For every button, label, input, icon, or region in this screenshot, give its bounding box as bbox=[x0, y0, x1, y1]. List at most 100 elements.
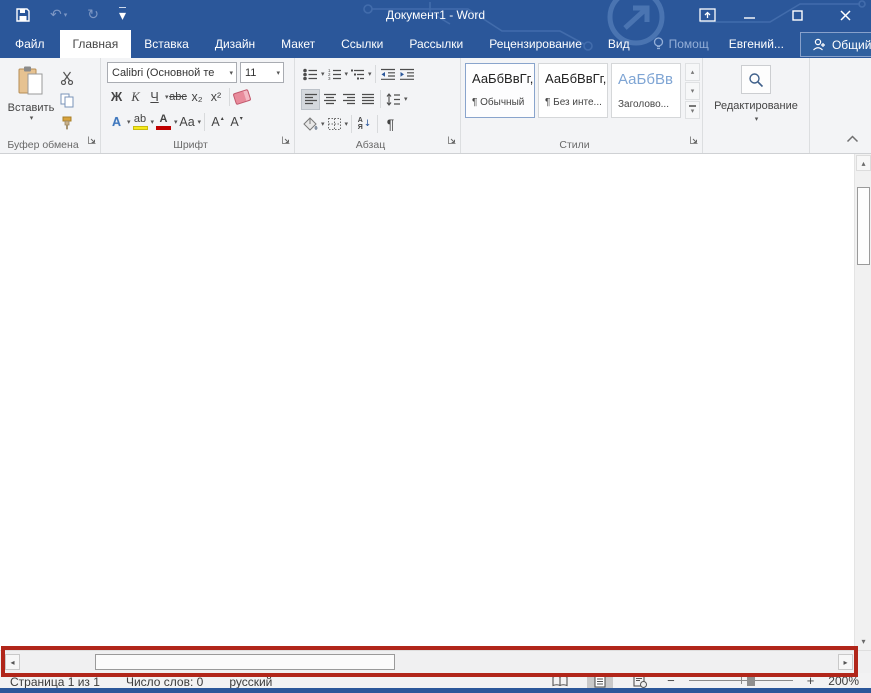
style-heading1[interactable]: АаБбВв Заголово... bbox=[611, 63, 681, 118]
minimize-icon[interactable] bbox=[725, 0, 773, 30]
tell-me-label: Помощ bbox=[669, 37, 709, 51]
web-layout-icon[interactable] bbox=[627, 674, 653, 688]
paragraph-dialog-launcher-icon[interactable] bbox=[447, 132, 457, 150]
tab-home[interactable]: Главная bbox=[60, 30, 132, 58]
zoom-level[interactable]: 200% bbox=[828, 674, 859, 688]
editing-dropdown-icon[interactable]: ▾ bbox=[755, 115, 759, 123]
editing-label: Редактирование bbox=[714, 100, 798, 112]
align-left-button[interactable] bbox=[301, 89, 320, 110]
vertical-scroll-thumb[interactable] bbox=[857, 187, 870, 265]
line-spacing-button[interactable] bbox=[384, 89, 403, 110]
magnifier-icon bbox=[748, 72, 764, 88]
numbering-button[interactable]: 123 bbox=[325, 64, 344, 85]
font-name-combo[interactable]: Calibri (Основной те ▾ bbox=[107, 62, 237, 83]
sort-button[interactable]: АЯ ↓ bbox=[355, 114, 374, 135]
style-preview: АаБбВв bbox=[618, 71, 678, 88]
font-color-button[interactable]: А bbox=[154, 112, 173, 133]
zoom-slider-thumb[interactable] bbox=[747, 676, 755, 686]
document-canvas[interactable] bbox=[0, 154, 854, 650]
styles-scroll-up-icon[interactable]: ▴ bbox=[685, 63, 700, 81]
clear-formatting-button[interactable] bbox=[233, 87, 252, 108]
paste-dropdown-icon[interactable]: ▾ bbox=[30, 114, 34, 122]
bold-button[interactable]: Ж bbox=[107, 87, 126, 108]
styles-dialog-launcher-icon[interactable] bbox=[689, 132, 699, 150]
shrink-font-button[interactable]: А▾ bbox=[227, 112, 246, 133]
scroll-left-icon[interactable]: ◂ bbox=[5, 654, 20, 670]
line-spacing-dropdown-icon[interactable]: ▾ bbox=[404, 95, 408, 103]
styles-scroll-down-icon[interactable]: ▾ bbox=[685, 82, 700, 100]
borders-button[interactable] bbox=[325, 114, 344, 135]
font-dialog-launcher-icon[interactable] bbox=[281, 132, 291, 150]
save-icon[interactable] bbox=[16, 8, 30, 22]
page-indicator[interactable]: Страница 1 из 1 bbox=[10, 675, 100, 688]
decrease-indent-button[interactable] bbox=[379, 64, 398, 85]
customize-qat-icon[interactable]: ▾ bbox=[119, 7, 126, 23]
styles-more-icon[interactable]: ▾ bbox=[685, 101, 700, 119]
style-no-spacing[interactable]: АаБбВвГг, ¶ Без инте... bbox=[538, 63, 608, 118]
grow-font-button[interactable]: А▴ bbox=[208, 112, 227, 133]
scroll-down-icon[interactable]: ▾ bbox=[856, 633, 871, 649]
horizontal-scroll-thumb[interactable] bbox=[95, 654, 395, 670]
word-count[interactable]: Число слов: 0 bbox=[126, 675, 203, 688]
close-icon[interactable] bbox=[821, 0, 869, 30]
zoom-in-icon[interactable]: + bbox=[807, 676, 815, 686]
clipboard-dialog-launcher-icon[interactable] bbox=[87, 132, 97, 150]
font-size-dropdown-icon[interactable]: ▾ bbox=[274, 69, 283, 77]
tab-view[interactable]: Вид bbox=[595, 30, 643, 58]
justify-button[interactable] bbox=[358, 89, 377, 110]
ribbon-display-options-icon[interactable] bbox=[699, 8, 716, 27]
multilevel-dropdown-icon[interactable]: ▾ bbox=[368, 70, 372, 78]
horizontal-scrollbar[interactable]: ◂ ▸ bbox=[0, 650, 871, 673]
copy-icon[interactable] bbox=[60, 92, 84, 109]
style-normal[interactable]: АаБбВвГг, ¶ Обычный bbox=[465, 63, 535, 118]
multilevel-list-button[interactable] bbox=[348, 64, 367, 85]
tab-insert[interactable]: Вставка bbox=[131, 30, 202, 58]
superscript-button[interactable]: x² bbox=[207, 87, 226, 108]
account-name[interactable]: Евгений... bbox=[719, 30, 794, 58]
tab-layout[interactable]: Макет bbox=[268, 30, 328, 58]
tab-file[interactable]: Файл bbox=[0, 30, 60, 58]
cut-icon[interactable] bbox=[60, 69, 84, 86]
find-button[interactable] bbox=[741, 65, 771, 94]
titlebar: ↶▾ ↻ ▾ Документ1 - Word bbox=[0, 0, 871, 30]
read-mode-icon[interactable] bbox=[547, 674, 573, 688]
tab-references[interactable]: Ссылки bbox=[328, 30, 396, 58]
collapse-ribbon-icon[interactable] bbox=[846, 130, 859, 148]
italic-button[interactable]: К bbox=[126, 87, 145, 108]
underline-button[interactable]: Ч bbox=[145, 87, 164, 108]
show-marks-button[interactable]: ¶ bbox=[381, 114, 400, 135]
print-layout-icon[interactable] bbox=[587, 674, 613, 688]
tab-mailings[interactable]: Рассылки bbox=[396, 30, 476, 58]
align-right-button[interactable] bbox=[339, 89, 358, 110]
tell-me-box[interactable]: Помощ bbox=[643, 30, 719, 58]
language-indicator[interactable]: русский bbox=[229, 675, 272, 688]
maximize-icon[interactable] bbox=[773, 0, 821, 30]
font-name-dropdown-icon[interactable]: ▾ bbox=[227, 69, 236, 77]
borders-dropdown-icon[interactable]: ▾ bbox=[345, 120, 349, 128]
zoom-slider[interactable] bbox=[689, 674, 793, 688]
text-effects-button[interactable]: А bbox=[107, 112, 126, 133]
strikethrough-button[interactable]: abc bbox=[169, 87, 188, 108]
tab-design[interactable]: Дизайн bbox=[202, 30, 268, 58]
highlight-button[interactable]: ab bbox=[131, 112, 150, 133]
zoom-out-icon[interactable]: − bbox=[667, 676, 675, 686]
increase-indent-button[interactable] bbox=[398, 64, 417, 85]
share-button[interactable]: Общий доступ bbox=[800, 32, 871, 57]
change-case-dropdown-icon[interactable]: ▾ bbox=[198, 118, 202, 126]
align-center-button[interactable] bbox=[320, 89, 339, 110]
eraser-icon bbox=[233, 89, 252, 105]
vertical-scrollbar[interactable]: ▴ ▾ bbox=[854, 154, 871, 650]
scroll-right-icon[interactable]: ▸ bbox=[838, 654, 853, 670]
redo-icon[interactable]: ↻ bbox=[87, 8, 99, 22]
tab-review[interactable]: Рецензирование bbox=[476, 30, 595, 58]
paste-button[interactable]: Вставить ▾ bbox=[2, 61, 60, 137]
scroll-up-icon[interactable]: ▴ bbox=[856, 155, 871, 171]
shading-button[interactable] bbox=[301, 114, 320, 135]
format-painter-icon[interactable] bbox=[60, 115, 84, 132]
divider bbox=[204, 113, 205, 131]
undo-icon[interactable]: ↶▾ bbox=[50, 8, 67, 22]
bullets-button[interactable] bbox=[301, 64, 320, 85]
change-case-button[interactable]: Аа bbox=[178, 112, 197, 133]
subscript-button[interactable]: x₂ bbox=[188, 87, 207, 108]
font-size-combo[interactable]: 11 ▾ bbox=[240, 62, 284, 83]
